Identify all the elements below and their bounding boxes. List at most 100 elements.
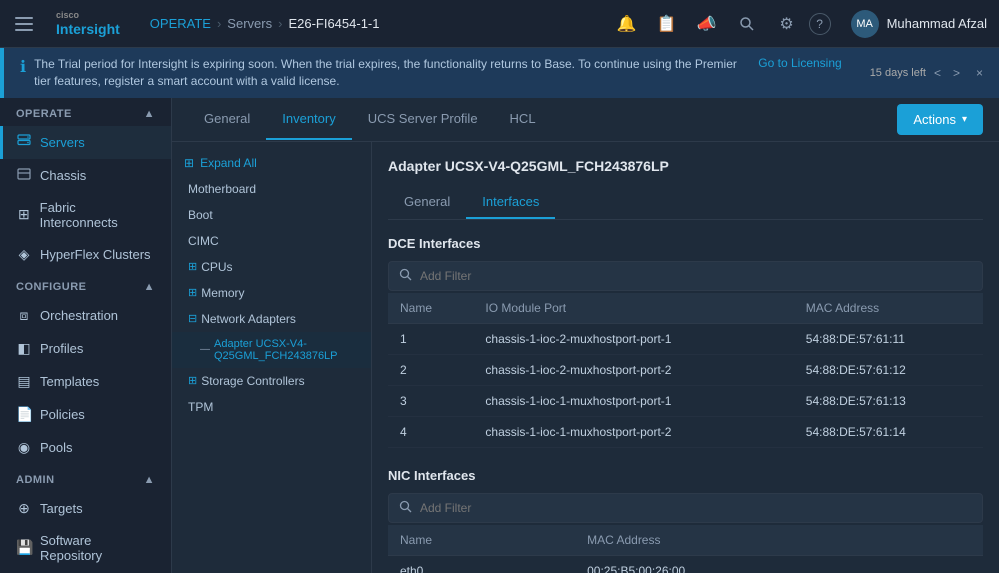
user-info[interactable]: MA Muhammad Afzal xyxy=(839,10,999,38)
actions-chevron: ▾ xyxy=(962,114,967,125)
table-row[interactable]: 2 chassis-1-ioc-2-muxhostport-port-2 54:… xyxy=(388,354,983,385)
megaphone-icon[interactable]: 📣 xyxy=(689,6,725,42)
tree-storage[interactable]: ⊞ Storage Controllers xyxy=(172,368,371,394)
sidebar-operate-section: OPERATE ▲ Servers xyxy=(0,98,171,271)
sidebar-item-pools[interactable]: ◉ Pools xyxy=(0,431,171,464)
sidebar-configure-header[interactable]: CONFIGURE ▲ xyxy=(0,271,171,299)
sidebar-operate-header[interactable]: OPERATE ▲ xyxy=(0,98,171,126)
detail-tab-interfaces[interactable]: Interfaces xyxy=(466,186,555,219)
chassis-label: Chassis xyxy=(40,168,86,183)
banner-info-icon: ℹ xyxy=(20,57,26,77)
tree-detail-area: ⊞ Expand All Motherboard Boot CIMC ⊞ CPU… xyxy=(172,142,999,573)
breadcrumb-operate[interactable]: OPERATE xyxy=(150,16,211,31)
targets-icon: ⊕ xyxy=(16,500,32,517)
sidebar-configure-section: CONFIGURE ▲ ⧈ Orchestration ◧ Profiles ▤… xyxy=(0,271,171,464)
tree-memory-label: Memory xyxy=(201,286,244,300)
dce-filter-input[interactable] xyxy=(420,269,972,283)
sidebar-item-policies[interactable]: 📄 Policies xyxy=(0,398,171,431)
adapter-title: Adapter UCSX-V4-Q25GML_FCH243876LP xyxy=(388,158,983,174)
pools-icon: ◉ xyxy=(16,439,32,456)
help-icon[interactable]: ? xyxy=(809,13,831,35)
expand-all-btn[interactable]: ⊞ Expand All xyxy=(172,150,371,176)
templates-icon: ▤ xyxy=(16,373,32,390)
tree-network-adapters[interactable]: ⊟ Network Adapters xyxy=(172,306,371,332)
dce-mac: 54:88:DE:57:61:11 xyxy=(794,323,983,354)
hamburger-menu[interactable] xyxy=(0,0,48,48)
tab-hcl[interactable]: HCL xyxy=(494,99,552,140)
sidebar-item-orchestration[interactable]: ⧈ Orchestration xyxy=(0,299,171,332)
table-row[interactable]: 3 chassis-1-ioc-1-muxhostport-port-1 54:… xyxy=(388,385,983,416)
top-nav: cisco Intersight OPERATE › Servers › E26… xyxy=(0,0,999,48)
breadcrumb-current: E26-FI6454-1-1 xyxy=(288,16,379,31)
targets-label: Targets xyxy=(40,501,83,516)
profiles-icon: ◧ xyxy=(16,340,32,357)
tab-general[interactable]: General xyxy=(188,99,266,140)
table-row[interactable]: 1 chassis-1-ioc-2-muxhostport-port-1 54:… xyxy=(388,323,983,354)
table-row[interactable]: eth0 00:25:B5:00:26:00 xyxy=(388,555,983,573)
servers-label: Servers xyxy=(40,135,85,150)
gear-icon[interactable]: ⚙ xyxy=(769,6,805,42)
tree-cpus[interactable]: ⊞ CPUs xyxy=(172,254,371,280)
orchestration-label: Orchestration xyxy=(40,308,118,323)
servers-icon xyxy=(16,134,32,151)
sidebar-configure-label: CONFIGURE xyxy=(16,281,87,293)
avatar: MA xyxy=(851,10,879,38)
tree-adapter[interactable]: — Adapter UCSX-V4-Q25GML_FCH243876LP xyxy=(172,332,371,368)
breadcrumb-servers[interactable]: Servers xyxy=(227,16,272,31)
banner-next[interactable]: > xyxy=(949,64,964,82)
cpus-expand-icon: ⊞ xyxy=(188,260,197,273)
sidebar-item-chassis[interactable]: Chassis xyxy=(0,159,171,192)
policies-icon: 📄 xyxy=(16,406,32,423)
detail-tab-general[interactable]: General xyxy=(388,186,466,219)
clipboard-icon[interactable]: 📋 xyxy=(649,6,685,42)
sidebar: OPERATE ▲ Servers xyxy=(0,98,172,573)
table-row[interactable]: 4 chassis-1-ioc-1-muxhostport-port-2 54:… xyxy=(388,416,983,447)
banner-link[interactable]: Go to Licensing xyxy=(758,56,841,70)
network-expand-icon: ⊟ xyxy=(188,312,197,325)
nav-icons: 🔔 📋 📣 ⚙ ? xyxy=(601,6,839,42)
tree-motherboard[interactable]: Motherboard xyxy=(172,176,371,202)
hyperflex-label: HyperFlex Clusters xyxy=(40,247,151,262)
tab-ucs-server-profile[interactable]: UCS Server Profile xyxy=(352,99,494,140)
dce-col-mac: MAC Address xyxy=(794,293,983,324)
sidebar-item-profiles[interactable]: ◧ Profiles xyxy=(0,332,171,365)
software-icon: 💾 xyxy=(16,539,32,556)
banner-prev[interactable]: < xyxy=(930,64,945,82)
nic-filter-input[interactable] xyxy=(420,501,972,515)
sidebar-item-software[interactable]: 💾 Software Repository xyxy=(0,525,171,571)
username: Muhammad Afzal xyxy=(887,16,987,31)
sidebar-operate-chevron: ▲ xyxy=(144,108,155,120)
detail-tabs: General Interfaces xyxy=(388,186,983,220)
dce-table: Name IO Module Port MAC Address 1 chassi… xyxy=(388,293,983,448)
actions-button[interactable]: Actions ▾ xyxy=(897,104,983,135)
dce-io-port: chassis-1-ioc-1-muxhostport-port-1 xyxy=(473,385,793,416)
sidebar-operate-label: OPERATE xyxy=(16,108,72,120)
sidebar-item-targets[interactable]: ⊕ Targets xyxy=(0,492,171,525)
sidebar-admin-header[interactable]: ADMIN ▲ xyxy=(0,464,171,492)
tree-tpm[interactable]: TPM xyxy=(172,394,371,420)
sidebar-item-fabric[interactable]: ⊞ Fabric Interconnects xyxy=(0,192,171,238)
sidebar-item-servers[interactable]: Servers xyxy=(0,126,171,159)
expand-icon: ⊞ xyxy=(184,156,194,170)
dce-name: 3 xyxy=(388,385,473,416)
search-icon[interactable] xyxy=(729,6,765,42)
tree-cimc[interactable]: CIMC xyxy=(172,228,371,254)
dce-mac: 54:88:DE:57:61:13 xyxy=(794,385,983,416)
tree-boot[interactable]: Boot xyxy=(172,202,371,228)
dce-filter-bar[interactable] xyxy=(388,261,983,291)
sidebar-item-hyperflex[interactable]: ◈ HyperFlex Clusters xyxy=(0,238,171,271)
tree-memory[interactable]: ⊞ Memory xyxy=(172,280,371,306)
tree-motherboard-label: Motherboard xyxy=(188,182,256,196)
tab-inventory[interactable]: Inventory xyxy=(266,99,351,140)
tree-tpm-label: TPM xyxy=(188,400,213,414)
tree-cimc-label: CIMC xyxy=(188,234,219,248)
nic-filter-bar[interactable] xyxy=(388,493,983,523)
detail-panel: Adapter UCSX-V4-Q25GML_FCH243876LP Gener… xyxy=(372,142,999,573)
sidebar-item-templates[interactable]: ▤ Templates xyxy=(0,365,171,398)
bell-icon[interactable]: 🔔 xyxy=(609,6,645,42)
memory-expand-icon: ⊞ xyxy=(188,286,197,299)
banner-close[interactable]: × xyxy=(976,66,983,80)
dce-io-port: chassis-1-ioc-2-muxhostport-port-1 xyxy=(473,323,793,354)
dce-io-port: chassis-1-ioc-2-muxhostport-port-2 xyxy=(473,354,793,385)
dce-filter-icon xyxy=(399,268,412,284)
